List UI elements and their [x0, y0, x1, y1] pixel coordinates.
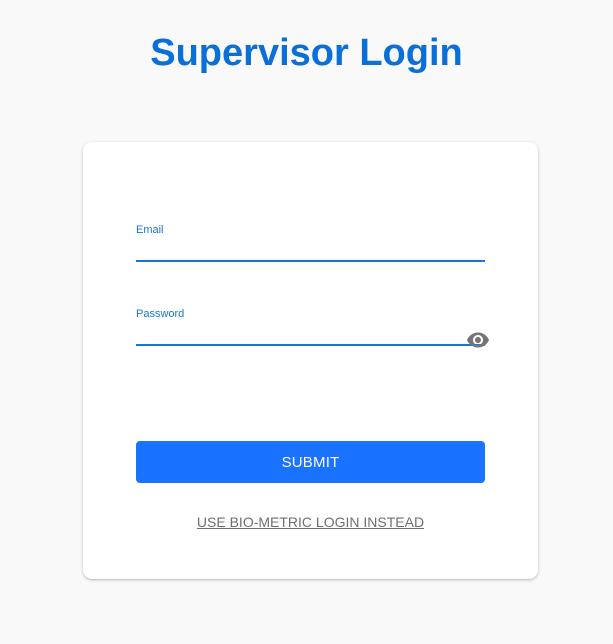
page-title: Supervisor Login: [150, 32, 463, 74]
biometric-login-link[interactable]: USE BIO-METRIC LOGIN INSTEAD: [83, 514, 538, 530]
eye-icon[interactable]: [465, 327, 491, 353]
password-label: Password: [136, 308, 185, 320]
password-field: Password: [136, 308, 489, 348]
email-field: Email: [136, 224, 485, 262]
password-input[interactable]: [136, 320, 485, 346]
email-label: Email: [136, 224, 164, 236]
submit-button[interactable]: SUBMIT: [136, 441, 485, 483]
login-card: Email Password SUBMIT USE BIO-METRIC LOG…: [83, 142, 538, 579]
email-input[interactable]: [136, 236, 485, 262]
